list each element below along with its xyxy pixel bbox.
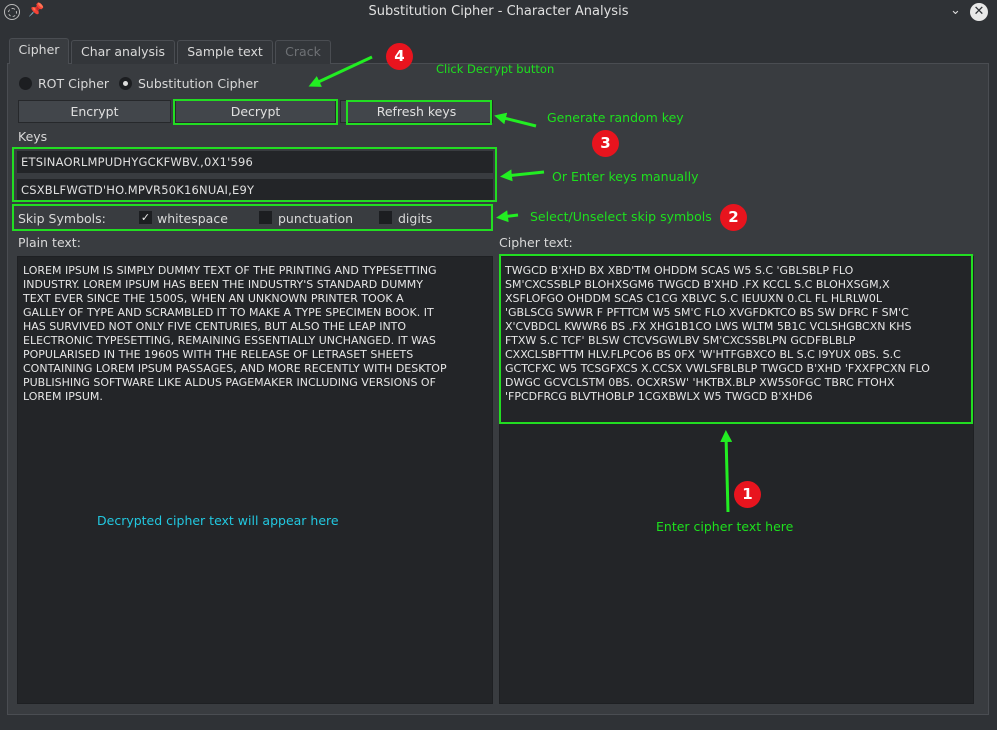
tab-label: Sample text xyxy=(187,44,263,59)
tab-char-analysis[interactable]: Char analysis xyxy=(71,40,175,64)
tab-label: Crack xyxy=(285,44,321,59)
plain-note-text: Decrypted cipher text will appear here xyxy=(97,513,339,528)
digits-label[interactable]: digits xyxy=(398,211,432,226)
step-3b-text: Or Enter keys manually xyxy=(552,169,699,184)
punctuation-label[interactable]: punctuation xyxy=(278,211,353,226)
whitespace-label[interactable]: whitespace xyxy=(157,211,228,226)
decrypt-button[interactable]: Decrypt xyxy=(175,100,336,123)
key1-input[interactable]: ETSINAORLMPUDHYGCKFWBV.,0X1'596 xyxy=(17,151,493,173)
title-bar: Substitution Cipher - Character Analysis xyxy=(0,0,997,26)
tab-crack: Crack xyxy=(275,40,331,64)
refresh-keys-button[interactable]: Refresh keys xyxy=(340,100,493,123)
rot-cipher-radio[interactable] xyxy=(19,77,32,90)
chevron-down-icon[interactable]: ⌄ xyxy=(950,3,961,18)
whitespace-checkbox[interactable]: ✓ xyxy=(139,211,152,224)
encrypt-button[interactable]: Encrypt xyxy=(18,100,171,123)
substitution-cipher-label[interactable]: Substitution Cipher xyxy=(138,76,258,91)
step-2-text: Select/Unselect skip symbols xyxy=(530,209,712,224)
punctuation-checkbox[interactable] xyxy=(259,211,272,224)
keys-label: Keys xyxy=(18,129,48,144)
step-1-text: Enter cipher text here xyxy=(656,519,794,534)
plain-text-area[interactable]: LOREM IPSUM IS SIMPLY DUMMY TEXT OF THE … xyxy=(17,256,493,704)
rot-cipher-label[interactable]: ROT Cipher xyxy=(38,76,109,91)
tab-label: Char analysis xyxy=(80,44,166,59)
plain-text-label: Plain text: xyxy=(18,235,81,250)
key2-input[interactable]: CSXBLFWGTD'HO.MPVR50K16NUAI,E9Y xyxy=(17,179,493,201)
digits-checkbox[interactable] xyxy=(379,211,392,224)
step-4-badge: 4 xyxy=(386,43,413,70)
skip-symbols-label: Skip Symbols: xyxy=(18,211,106,226)
cipher-text-label: Cipher text: xyxy=(499,235,573,250)
tab-label: Cipher xyxy=(18,42,60,57)
app-icon xyxy=(4,4,20,20)
step-2-badge: 2 xyxy=(720,204,747,231)
tab-cipher[interactable]: Cipher xyxy=(9,38,69,64)
tab-sample-text[interactable]: Sample text xyxy=(177,40,273,64)
step-1-badge: 1 xyxy=(734,481,761,508)
step-4-text: Click Decrypt button xyxy=(436,62,555,76)
pin-icon[interactable]: 📌 xyxy=(28,3,44,18)
step-3-badge: 3 xyxy=(592,130,619,157)
step-3-text: Generate random key xyxy=(547,110,684,125)
close-icon[interactable]: ✕ xyxy=(970,3,988,21)
window-title: Substitution Cipher - Character Analysis xyxy=(368,4,629,19)
cipher-text-area[interactable]: TWGCD B'XHD BX XBD'TM OHDDM SCAS W5 S.C … xyxy=(499,256,974,704)
substitution-cipher-radio[interactable] xyxy=(119,77,132,90)
